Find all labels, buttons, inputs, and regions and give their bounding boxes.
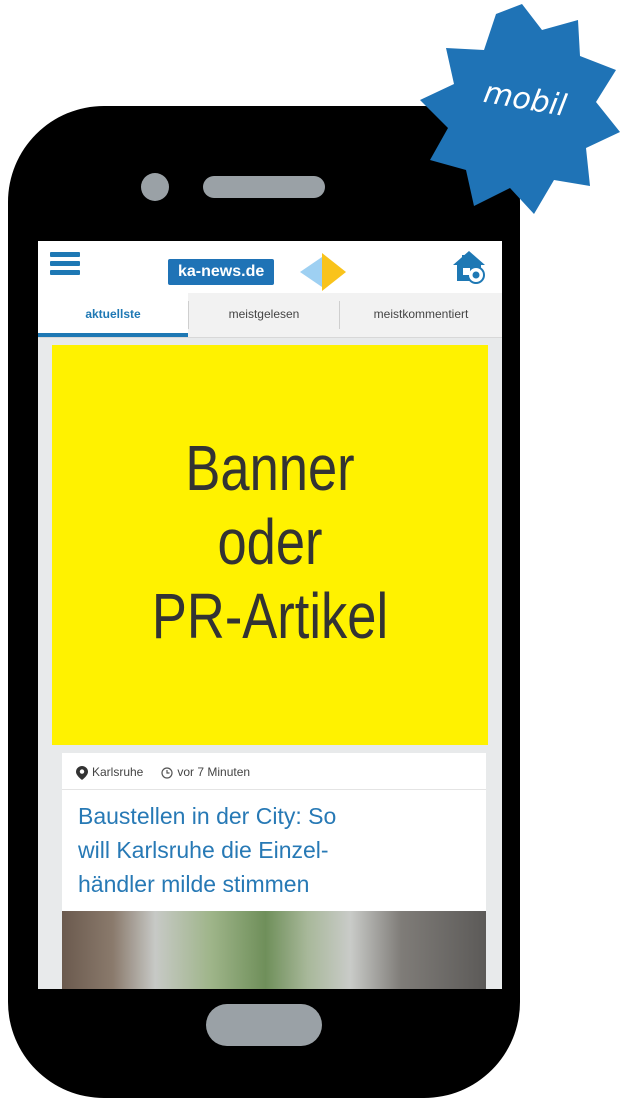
article-meta: Karlsruhe vor 7 Minuten bbox=[76, 761, 250, 783]
clock-icon bbox=[161, 767, 173, 779]
phone-screen: ka-news.de aktuellste meistgelesen meist… bbox=[38, 241, 502, 989]
logo-wing-icon bbox=[300, 253, 346, 291]
tab-aktuellste[interactable]: aktuellste bbox=[38, 293, 188, 337]
phone-speaker bbox=[203, 176, 325, 198]
hamburger-icon[interactable] bbox=[50, 252, 80, 276]
phone-home-button[interactable] bbox=[206, 1004, 322, 1046]
location-pin-icon bbox=[76, 765, 88, 780]
tab-bar: aktuellste meistgelesen meistkommentiert bbox=[38, 293, 502, 338]
phone-frame: ka-news.de aktuellste meistgelesen meist… bbox=[8, 106, 520, 1098]
article-headline[interactable]: Baustellen in der City: So will Karlsruh… bbox=[78, 799, 478, 901]
banner-text: Banner oder PR-Artikel bbox=[151, 432, 389, 652]
app-header: ka-news.de bbox=[38, 241, 502, 293]
phone-camera bbox=[141, 173, 169, 201]
article-photo[interactable] bbox=[62, 911, 486, 989]
article-card[interactable]: Karlsruhe vor 7 Minuten Baustellen in de… bbox=[62, 753, 486, 989]
ad-banner[interactable]: Banner oder PR-Artikel bbox=[52, 345, 488, 745]
tab-meistgelesen[interactable]: meistgelesen bbox=[189, 293, 339, 337]
article-location: Karlsruhe bbox=[92, 765, 144, 779]
article-time: vor 7 Minuten bbox=[177, 765, 251, 779]
tab-meistkommentiert[interactable]: meistkommentiert bbox=[340, 293, 502, 337]
site-logo[interactable]: ka-news.de bbox=[168, 253, 348, 291]
divider bbox=[62, 789, 486, 790]
home-camera-icon[interactable] bbox=[452, 249, 486, 285]
logo-text: ka-news.de bbox=[168, 259, 275, 285]
